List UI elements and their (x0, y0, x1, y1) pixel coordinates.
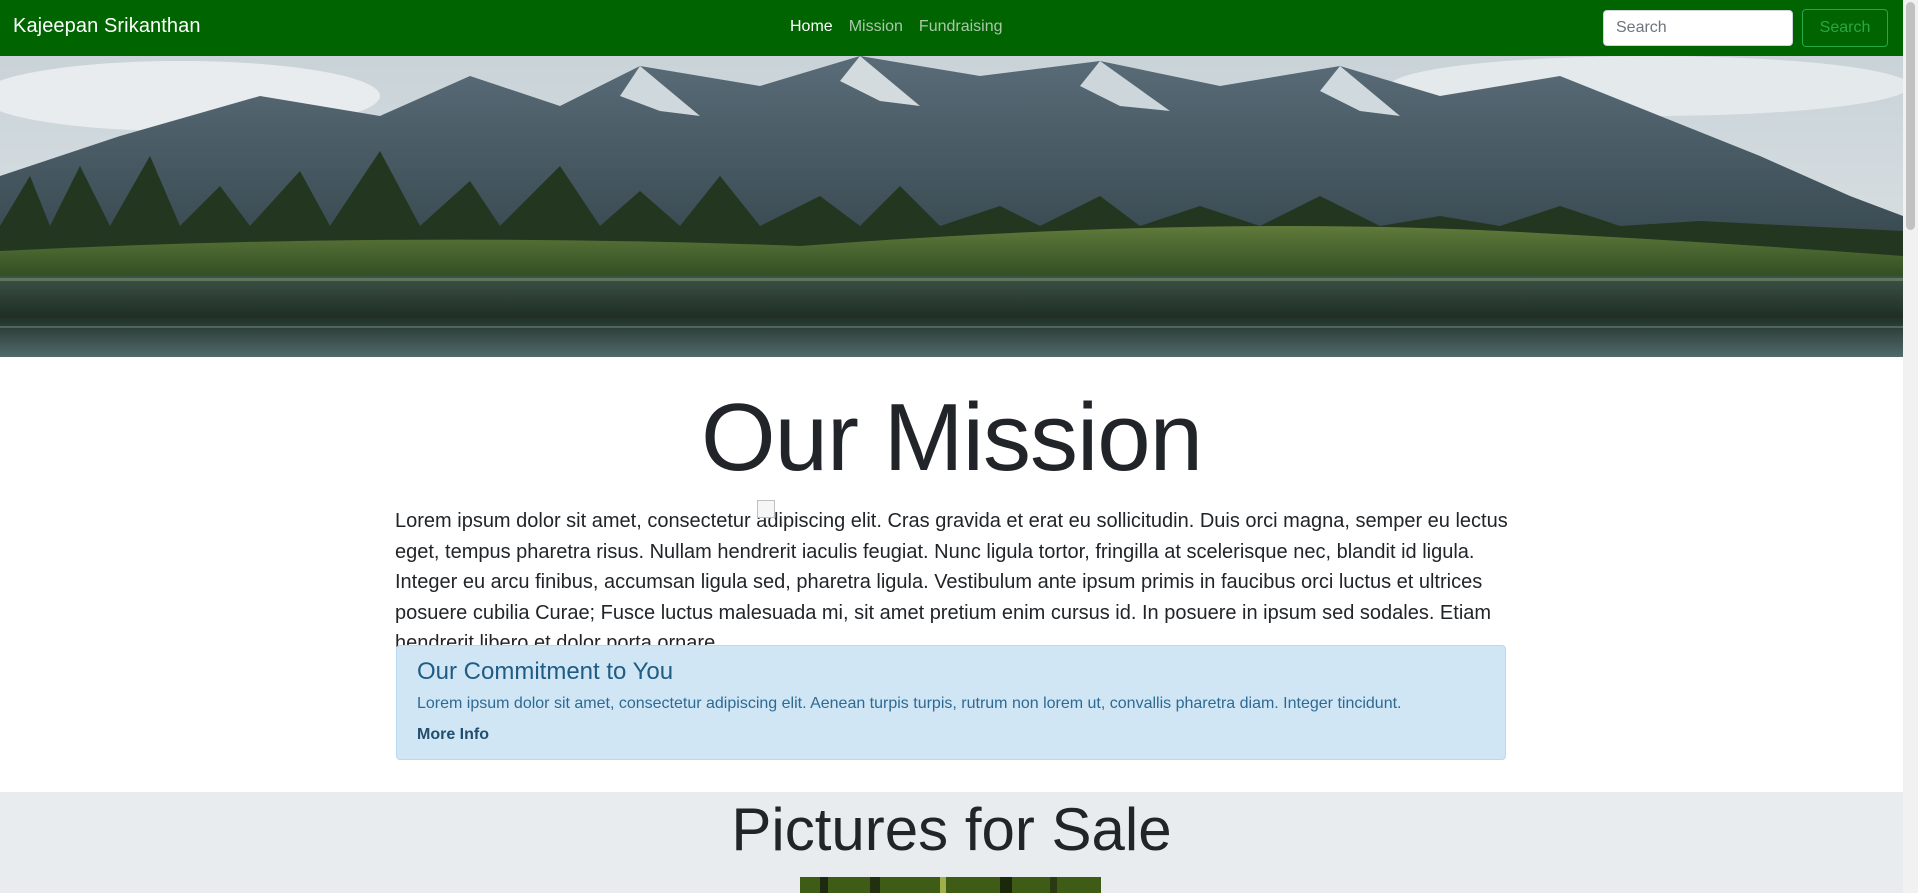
broken-image-icon (757, 500, 776, 518)
pictures-title: Pictures for Sale (731, 796, 1172, 863)
mission-text-part-1: Lorem ipsum dolor sit amet, consectetur … (395, 510, 768, 532)
scrollbar-thumb[interactable] (1906, 2, 1915, 230)
brand-link[interactable]: Kajeepan Srikanthan (13, 15, 201, 38)
nav-link-mission[interactable]: Mission (849, 18, 903, 36)
commitment-text: Lorem ipsum dolor sit amet, consectetur … (417, 695, 1402, 712)
nav-link-fundraising[interactable]: Fundraising (919, 18, 1003, 36)
hero-landscape-image (0, 56, 1903, 357)
search-button[interactable]: Search (1802, 9, 1888, 47)
more-info-link[interactable]: More Info (417, 726, 489, 744)
search-input[interactable] (1603, 10, 1793, 46)
navbar: Kajeepan Srikanthan Home Mission Fundrai… (0, 0, 1903, 56)
mission-title: Our Mission (700, 384, 1203, 491)
forest-thumbnail-image[interactable] (800, 877, 1101, 893)
commitment-heading: Our Commitment to You (417, 658, 674, 685)
mission-paragraph: Lorem ipsum dolor sit amet, consectetur … (395, 500, 1510, 659)
page-scrollbar[interactable] (1903, 0, 1918, 893)
nav-link-home[interactable]: Home (790, 18, 833, 36)
commitment-alert: Our Commitment to You Lorem ipsum dolor … (396, 645, 1506, 760)
nav-links: Home Mission Fundraising (790, 18, 1019, 36)
